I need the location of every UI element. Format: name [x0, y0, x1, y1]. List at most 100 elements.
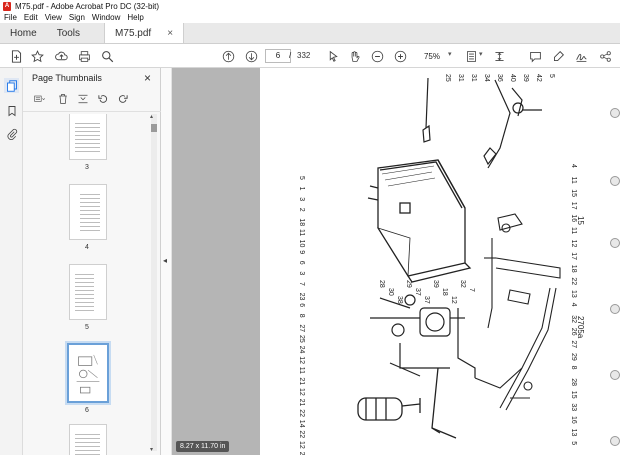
callout-number: 36: [496, 74, 503, 82]
print-icon[interactable]: [75, 47, 93, 65]
menu-view[interactable]: View: [45, 13, 62, 22]
cloud-upload-icon[interactable]: [52, 47, 70, 65]
callout-number: 12: [570, 240, 577, 248]
binder-ring: [610, 370, 620, 380]
attachments-icon[interactable]: [4, 126, 19, 141]
page-thumbnail[interactable]: [69, 114, 107, 160]
menu-sign[interactable]: Sign: [69, 13, 85, 22]
acrobat-app-icon: A: [3, 1, 11, 11]
zoom-in-icon[interactable]: [391, 47, 409, 65]
callout-number: 4: [570, 164, 577, 168]
delete-pages-icon[interactable]: [55, 91, 71, 107]
panel-collapse-handle[interactable]: ◂: [161, 68, 172, 455]
thumbnail-label: 4: [85, 244, 89, 251]
page-thumbnails-icon[interactable]: [4, 78, 19, 93]
panel-divider: [23, 111, 161, 112]
page-thumbnails-panel: Page Thumbnails × 3 4 5 6 ▴ ▾: [23, 68, 161, 455]
callout-number: 22: [298, 430, 305, 438]
callout-number: 27: [570, 340, 577, 348]
page-thumbnail[interactable]: [69, 424, 107, 455]
menu-window[interactable]: Window: [92, 13, 120, 22]
callout-number: 31: [470, 74, 477, 82]
zoom-level-select[interactable]: 75%: [414, 49, 450, 63]
rotate-right-icon[interactable]: [115, 91, 131, 107]
menu-file[interactable]: File: [4, 13, 17, 22]
page-total: 332: [297, 51, 311, 60]
callout-number: 11: [570, 227, 577, 234]
tab-document-label: M75.pdf: [115, 27, 152, 39]
binder-ring: [610, 238, 620, 248]
options-menu-icon[interactable]: [29, 91, 51, 107]
tab-tools[interactable]: Tools: [47, 23, 90, 43]
binder-ring: [610, 176, 620, 186]
main-toolbar: 6 / 332 75% ▾ ▾: [0, 44, 620, 68]
callout-number: 12: [298, 388, 305, 396]
pdf-page[interactable]: 5 1 3 2 18 11 10 9 6 3 7 23 6 8 27 25 24 12 11 21 12 21 22 14 22…: [260, 68, 620, 455]
callout-number: 31: [457, 74, 464, 82]
close-panel-icon[interactable]: ×: [144, 71, 151, 85]
callout-number: 39: [432, 280, 439, 288]
hand-tool-icon[interactable]: [345, 47, 363, 65]
callout-number: 18: [570, 265, 577, 273]
comment-icon[interactable]: [526, 47, 544, 65]
scrollbar-thumb[interactable]: [151, 124, 157, 132]
callout-number: 13: [570, 290, 577, 298]
page-size-tooltip: 8.27 x 11.70 in: [176, 441, 230, 452]
page-display-chevron-icon[interactable]: ▾: [479, 50, 483, 58]
create-file-icon[interactable]: [7, 47, 25, 65]
callout-number: 33: [570, 403, 577, 411]
page-thumbnail-selected[interactable]: [65, 341, 111, 405]
callout-number: 7: [298, 282, 305, 286]
page-thumbnail[interactable]: [69, 184, 107, 240]
page-number-input[interactable]: 6: [265, 49, 291, 63]
scrolling-mode-icon[interactable]: [490, 47, 508, 65]
callout-number: 15: [570, 189, 577, 197]
callout-number: 8: [570, 366, 577, 370]
callout-number: 5: [298, 176, 305, 180]
highlight-pen-icon[interactable]: [549, 47, 567, 65]
callout-number: 21: [298, 399, 305, 407]
bookmark-star-icon[interactable]: [28, 47, 46, 65]
callout-number: 21: [298, 377, 305, 385]
callout-number: 11: [298, 229, 305, 236]
callout-number: 18: [441, 288, 448, 296]
page-display-icon[interactable]: [462, 47, 480, 65]
search-icon[interactable]: [98, 47, 116, 65]
chevron-down-icon[interactable]: ▾: [448, 50, 452, 58]
zoom-level-value: 75%: [423, 51, 440, 61]
callout-number: 1: [298, 187, 305, 191]
close-tab-icon[interactable]: ×: [167, 28, 173, 39]
callout-number: 24: [298, 346, 305, 354]
callout-number: 30: [387, 288, 394, 296]
select-cursor-icon[interactable]: [324, 47, 342, 65]
sign-icon[interactable]: [572, 47, 590, 65]
menu-edit[interactable]: Edit: [24, 13, 38, 22]
rotate-left-icon[interactable]: [95, 91, 111, 107]
callout-number: 3: [298, 197, 305, 201]
menu-help[interactable]: Help: [127, 13, 143, 22]
tab-document[interactable]: M75.pdf ×: [104, 23, 185, 43]
callout-number: 17: [570, 252, 577, 260]
callout-number: 9: [298, 250, 305, 254]
callout-number: 23: [298, 293, 305, 301]
insert-pages-icon[interactable]: [75, 91, 91, 107]
collapse-left-icon[interactable]: ◂: [163, 256, 167, 265]
binder-ring: [610, 436, 620, 446]
document-viewer[interactable]: 5 1 3 2 18 11 10 9 6 3 7 23 6 8 27 25 24 12 11 21 12 21 22 14 22…: [172, 68, 620, 455]
tab-home[interactable]: Home: [0, 23, 47, 43]
zoom-out-icon[interactable]: [368, 47, 386, 65]
thumbnail-scrollbar[interactable]: ▴ ▾: [150, 113, 157, 453]
scroll-up-icon[interactable]: ▴: [150, 113, 153, 120]
previous-page-icon[interactable]: [219, 47, 237, 65]
thumbnail-label: 5: [85, 324, 89, 331]
callout-number: 29: [570, 353, 577, 361]
binder-ring: [610, 108, 620, 118]
page-thumbnail[interactable]: [69, 264, 107, 320]
next-page-icon[interactable]: [242, 47, 260, 65]
callout-number: 16: [570, 214, 577, 222]
share-icon[interactable]: [596, 47, 614, 65]
bookmarks-icon[interactable]: [4, 103, 19, 118]
exploded-parts-diagram: 5132181110963723682725241211211221221422…: [298, 74, 585, 455]
scroll-down-icon[interactable]: ▾: [150, 446, 153, 453]
callout-number: 37: [423, 296, 430, 304]
